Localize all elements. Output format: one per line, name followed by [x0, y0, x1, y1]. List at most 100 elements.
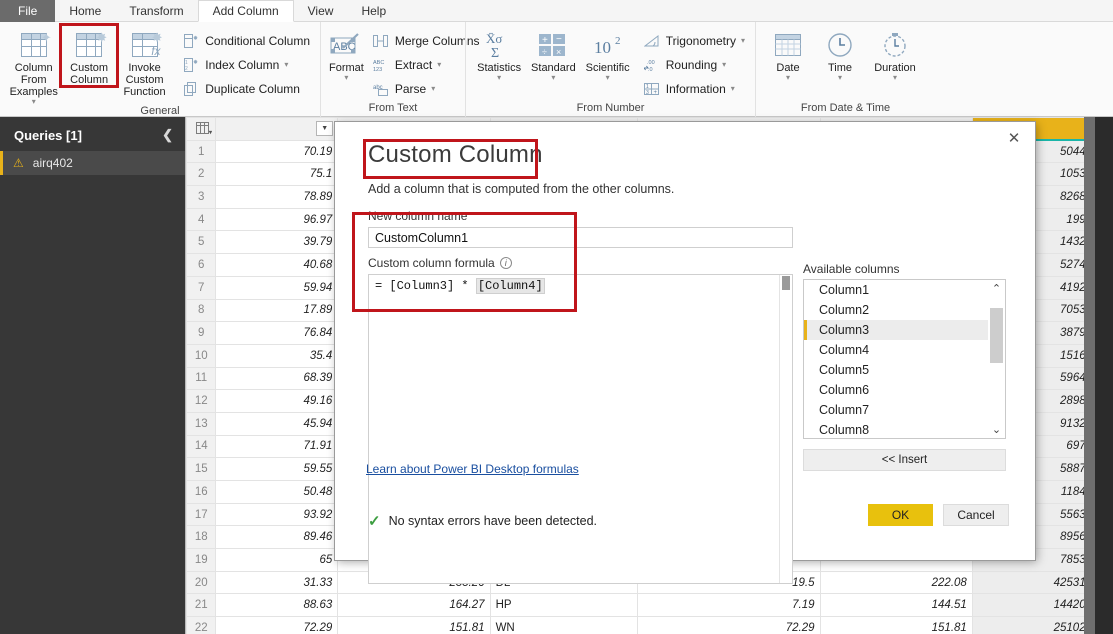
- available-column-item[interactable]: Column6: [804, 380, 988, 400]
- formula-prefix: = [Column3] *: [375, 279, 476, 293]
- ok-button[interactable]: OK: [868, 504, 933, 526]
- cancel-button[interactable]: Cancel: [943, 504, 1009, 526]
- chevron-down-icon[interactable]: ▾: [437, 60, 441, 69]
- information-button[interactable]: 1 3 + Information ▾: [639, 78, 749, 99]
- chevron-down-icon[interactable]: ▾: [786, 74, 790, 82]
- chevron-down-icon[interactable]: ▾: [838, 74, 842, 82]
- row-number: 13: [186, 411, 217, 436]
- invoke-custom-function-label: Invoke Custom Function: [123, 62, 166, 98]
- cell-col5: 151.81: [819, 616, 973, 634]
- learn-formulas-link[interactable]: Learn about Power BI Desktop formulas: [366, 462, 579, 476]
- scrollbar-thumb[interactable]: [990, 308, 1003, 363]
- available-column-item[interactable]: Column2: [804, 300, 988, 320]
- ribbon-group-from-text-title: From Text: [368, 102, 418, 114]
- rounding-button[interactable]: .00.0 Rounding ▾: [639, 54, 749, 75]
- query-item-airq402[interactable]: ⚠ airq402: [0, 151, 185, 175]
- cell-col1: 70.19: [215, 139, 339, 164]
- new-column-name-label: New column name: [368, 209, 468, 223]
- svg-text:×: ×: [556, 47, 561, 57]
- available-columns-list[interactable]: Column1 Column2 Column3 Column4 Column5 Colum…: [803, 279, 1006, 439]
- ribbon-group-from-date-time-title: From Date & Time: [800, 102, 891, 114]
- extract-abc123-icon: ABC 123: [372, 57, 390, 73]
- statistics-button[interactable]: X̄σ Σ Statistics ▾: [472, 25, 526, 82]
- invoke-custom-function-button[interactable]: fx ✸ Invoke Custom Function: [117, 25, 172, 98]
- scientific-button[interactable]: 10 2 Scientific ▾: [581, 25, 635, 82]
- formula-scrollbar[interactable]: [779, 275, 792, 583]
- new-column-name-input[interactable]: [368, 227, 793, 248]
- svg-text:+: +: [542, 35, 548, 46]
- time-button[interactable]: Time ▾: [814, 25, 866, 82]
- dialog-title: Custom Column: [368, 141, 543, 168]
- ribbon-group-general: ✦ Column From Examples ▾ ✸ Custom Column…: [0, 22, 320, 117]
- tab-transform[interactable]: Transform: [115, 0, 197, 22]
- duration-button[interactable]: Duration ▾: [866, 25, 924, 82]
- row-number: 14: [186, 434, 217, 459]
- standard-button[interactable]: + − ÷ × Standard ▾: [526, 25, 580, 82]
- chevron-down-icon[interactable]: ▾: [497, 74, 501, 82]
- column-from-examples-button[interactable]: ✦ Column From Examples ▾: [6, 25, 61, 106]
- info-circle-icon[interactable]: i: [499, 257, 512, 269]
- chevron-down-icon[interactable]: ▾: [741, 36, 745, 45]
- chevron-down-icon[interactable]: ▾: [284, 60, 288, 69]
- format-button[interactable]: ABC Format ▾: [327, 25, 366, 82]
- svg-text:+: +: [653, 90, 657, 96]
- tab-add-column[interactable]: Add Column: [197, 0, 294, 22]
- calendar-icon: [773, 28, 803, 62]
- available-column-item[interactable]: Column8: [804, 420, 988, 438]
- chevron-down-icon[interactable]: ▾: [431, 84, 435, 93]
- custom-column-formula-label-text: Custom column formula: [368, 256, 495, 270]
- cell-col1: 59.55: [215, 457, 339, 481]
- table-row[interactable]: 21 88.63 164.27 HP 7.19 144.51 144204.69: [186, 593, 1113, 618]
- chevron-down-icon[interactable]: ⌄: [988, 421, 1005, 438]
- available-column-item[interactable]: Column5: [804, 360, 988, 380]
- scrollbar-thumb[interactable]: [782, 276, 790, 290]
- chevron-down-icon[interactable]: ▾: [32, 98, 36, 106]
- tab-help[interactable]: Help: [347, 0, 400, 22]
- custom-column-button[interactable]: ✸ Custom Column: [59, 23, 119, 88]
- trigonometry-button[interactable]: Trigonometry ▾: [639, 30, 749, 51]
- grid-corner-button[interactable]: ▾: [186, 117, 217, 141]
- chevron-left-icon[interactable]: ❮: [162, 127, 173, 143]
- chevron-down-icon[interactable]: ▾: [344, 74, 348, 82]
- available-column-item[interactable]: Column7: [804, 400, 988, 420]
- cell-col1: 88.63: [215, 593, 339, 618]
- available-column-item[interactable]: Column3: [804, 320, 988, 340]
- checkmark-icon: ✓: [368, 513, 381, 530]
- information-icon: 1 3 +: [643, 81, 661, 97]
- filter-dropdown-icon[interactable]: ▼: [316, 121, 334, 136]
- row-number: 7: [186, 275, 217, 300]
- insert-button[interactable]: << Insert: [803, 449, 1006, 471]
- tab-file[interactable]: File: [0, 0, 56, 22]
- standard-operators-icon: + − ÷ ×: [536, 28, 570, 62]
- column-header-1[interactable]: ▼: [215, 117, 339, 141]
- chevron-down-icon[interactable]: ▾: [722, 60, 726, 69]
- cell-col1: 59.94: [215, 275, 339, 300]
- chevron-down-icon[interactable]: ▾: [893, 74, 897, 82]
- formula-editor[interactable]: = [Column3] * [Column4]: [368, 274, 793, 584]
- row-number: 21: [186, 593, 217, 618]
- index-column-button[interactable]: 1 2 ✸ Index Column ▾: [178, 54, 314, 75]
- available-column-item[interactable]: Column4: [804, 340, 988, 360]
- available-columns-scrollbar[interactable]: ⌃ ⌄: [988, 280, 1005, 438]
- svg-text:✸: ✸: [193, 35, 198, 42]
- stopwatch-icon: [880, 28, 910, 62]
- svg-text:.00: .00: [647, 60, 655, 66]
- chevron-down-icon[interactable]: ▾: [551, 74, 555, 82]
- tab-home[interactable]: Home: [55, 0, 115, 22]
- custom-column-icon: ✸: [76, 28, 107, 62]
- close-icon[interactable]: ✕: [1001, 128, 1027, 148]
- chevron-down-icon[interactable]: ▾: [606, 74, 610, 82]
- duplicate-column-button[interactable]: Duplicate Column: [178, 78, 314, 99]
- available-column-item[interactable]: Column1: [804, 280, 988, 300]
- date-button[interactable]: Date ▾: [762, 25, 814, 82]
- table-row[interactable]: 22 72.29 151.81 WN 72.29 151.81 251020.48: [186, 616, 1113, 634]
- conditional-column-button[interactable]: ✸ Conditional Column: [178, 30, 314, 51]
- duplicate-column-label: Duplicate Column: [205, 81, 300, 96]
- row-number: 12: [186, 389, 217, 413]
- cell-col1: 35.4: [215, 343, 339, 368]
- window-frame-dark: [1095, 117, 1113, 634]
- svg-text:X̄σ: X̄σ: [486, 31, 502, 46]
- tab-view[interactable]: View: [294, 0, 348, 22]
- chevron-down-icon[interactable]: ▾: [731, 84, 735, 93]
- chevron-up-icon[interactable]: ⌃: [988, 280, 1005, 297]
